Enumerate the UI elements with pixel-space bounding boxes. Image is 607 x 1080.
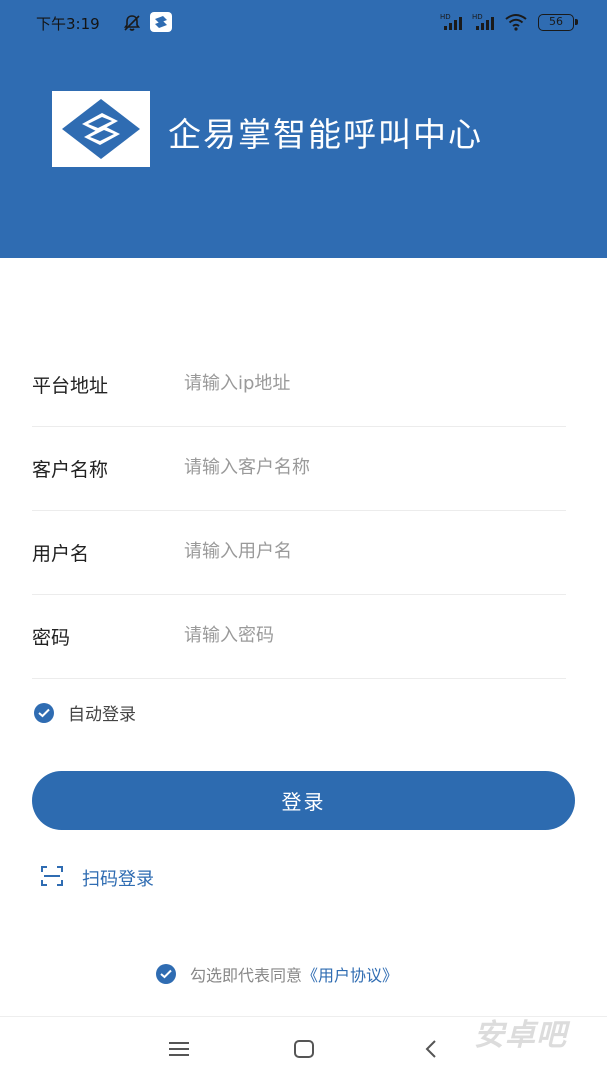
scan-login-label: 扫码登录 bbox=[82, 869, 154, 890]
auto-login-checkbox[interactable]: 自动登录 bbox=[34, 700, 136, 725]
battery-icon: 56 bbox=[538, 14, 578, 31]
username-label: 用户名 bbox=[32, 543, 90, 565]
username-row: 用户名 bbox=[32, 511, 566, 595]
scan-login-link[interactable]: 扫码登录 bbox=[40, 865, 154, 891]
user-agreement-link[interactable]: 《用户协议》 bbox=[302, 962, 398, 986]
svg-text:HD: HD bbox=[440, 13, 451, 21]
username-input[interactable] bbox=[184, 529, 564, 573]
agreement-text: 勾选即代表同意 bbox=[190, 966, 303, 985]
mute-bell-icon bbox=[122, 13, 142, 37]
checkmark-icon bbox=[156, 964, 176, 984]
customer-name-row: 客户名称 bbox=[32, 427, 566, 511]
app-title: 企易掌智能呼叫中心 bbox=[168, 115, 483, 154]
svg-text:HD: HD bbox=[472, 13, 483, 21]
app-notification-icon bbox=[150, 12, 172, 32]
menu-icon[interactable] bbox=[168, 1041, 190, 1061]
scan-frame-icon bbox=[40, 865, 64, 891]
password-row: 密码 bbox=[32, 595, 566, 679]
password-label: 密码 bbox=[32, 627, 71, 649]
status-bar: 下午3:19 HD HD 56 bbox=[0, 0, 607, 46]
customer-name-input[interactable] bbox=[184, 445, 564, 489]
login-button[interactable]: 登录 bbox=[32, 771, 575, 830]
wifi-icon bbox=[504, 13, 528, 35]
auto-login-label: 自动登录 bbox=[68, 705, 136, 725]
app-logo bbox=[52, 91, 150, 167]
checkmark-icon bbox=[34, 702, 54, 723]
status-time: 下午3:19 bbox=[36, 15, 100, 33]
home-square-icon[interactable] bbox=[293, 1039, 315, 1063]
agreement-checkbox[interactable]: 勾选即代表同意 《用户协议》 bbox=[156, 962, 398, 986]
password-input[interactable] bbox=[184, 613, 564, 657]
signal-icon: HD bbox=[472, 12, 498, 36]
signal-icon: HD bbox=[440, 12, 466, 36]
customer-name-label: 客户名称 bbox=[32, 459, 109, 481]
platform-address-row: 平台地址 bbox=[32, 343, 566, 427]
app-header: 下午3:19 HD HD 56 企易掌智能呼叫中心 bbox=[0, 0, 607, 258]
platform-address-input[interactable] bbox=[184, 361, 564, 405]
back-chevron-icon[interactable] bbox=[423, 1039, 439, 1063]
watermark: 安卓吧 bbox=[474, 1018, 567, 1053]
platform-address-label: 平台地址 bbox=[32, 375, 109, 397]
